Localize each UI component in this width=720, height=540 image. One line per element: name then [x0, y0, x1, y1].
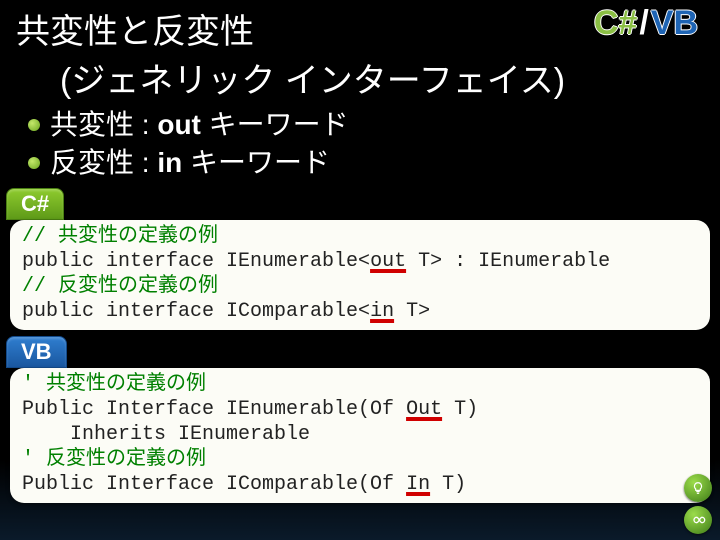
code-comment: // 共変性の定義の例	[22, 224, 698, 249]
code-text: public interface IComparable<	[22, 300, 370, 323]
bullet-post: キーワード	[201, 109, 349, 140]
bullet-keyword: in	[157, 147, 182, 178]
code-text: T)	[442, 398, 478, 421]
code-comment: ' 共変性の定義の例	[22, 372, 698, 397]
infinity-icon	[684, 506, 712, 534]
code-keyword-in: In	[406, 473, 430, 496]
bullet-list: 共変性 : out キーワード 反変性 : in キーワード	[0, 106, 720, 188]
vb-code-box: ' 共変性の定義の例 Public Interface IEnumerable(…	[10, 368, 710, 503]
code-line: Public Interface IEnumerable(Of Out T)	[22, 397, 698, 422]
code-keyword-out: out	[370, 250, 406, 273]
bullet-covariance: 共変性 : out キーワード	[28, 106, 704, 144]
code-line: Inherits IEnumerable	[22, 422, 698, 447]
csharp-label: C#	[594, 4, 637, 43]
code-comment: ' 反変性の定義の例	[22, 447, 698, 472]
bullet-keyword: out	[157, 109, 201, 140]
code-keyword-in: in	[370, 300, 394, 323]
slash-label: /	[637, 4, 650, 43]
bullet-contravariance: 反変性 : in キーワード	[28, 144, 704, 182]
header-row: 共変性と反変性 C# / VB	[0, 0, 720, 53]
bullet-text: 反変性 : in キーワード	[50, 144, 330, 182]
bulb-icon	[684, 474, 712, 502]
csharp-tab: C#	[6, 188, 64, 220]
title-line-1: 共変性と反変性	[16, 4, 594, 53]
corner-icons	[684, 474, 712, 534]
code-text: Public Interface IComparable(Of	[22, 473, 406, 496]
code-text: T>	[394, 300, 430, 323]
slide: 共変性と反変性 C# / VB (ジェネリック インターフェイス) 共変性 : …	[0, 0, 720, 540]
csharp-code-box: // 共変性の定義の例 public interface IEnumerable…	[10, 220, 710, 330]
code-line: public interface IEnumerable<out T> : IE…	[22, 249, 698, 274]
code-keyword-out: Out	[406, 398, 442, 421]
bullet-pre: 反変性 :	[50, 147, 157, 178]
bullet-post: キーワード	[182, 147, 330, 178]
vb-label: VB	[651, 4, 698, 43]
code-text: T)	[430, 473, 466, 496]
code-line: public interface IComparable<in T>	[22, 299, 698, 324]
code-text: public interface IEnumerable<	[22, 250, 370, 273]
bullet-text: 共変性 : out キーワード	[50, 106, 349, 144]
vb-tab: VB	[6, 336, 67, 368]
bullet-pre: 共変性 :	[50, 109, 157, 140]
code-comment: // 反変性の定義の例	[22, 274, 698, 299]
code-text: T> : IEnumerable	[406, 250, 610, 273]
code-text: Public Interface IEnumerable(Of	[22, 398, 406, 421]
code-line: Public Interface IComparable(Of In T)	[22, 472, 698, 497]
title-line-2: (ジェネリック インターフェイス)	[0, 53, 720, 106]
language-badges: C# / VB	[594, 4, 704, 43]
